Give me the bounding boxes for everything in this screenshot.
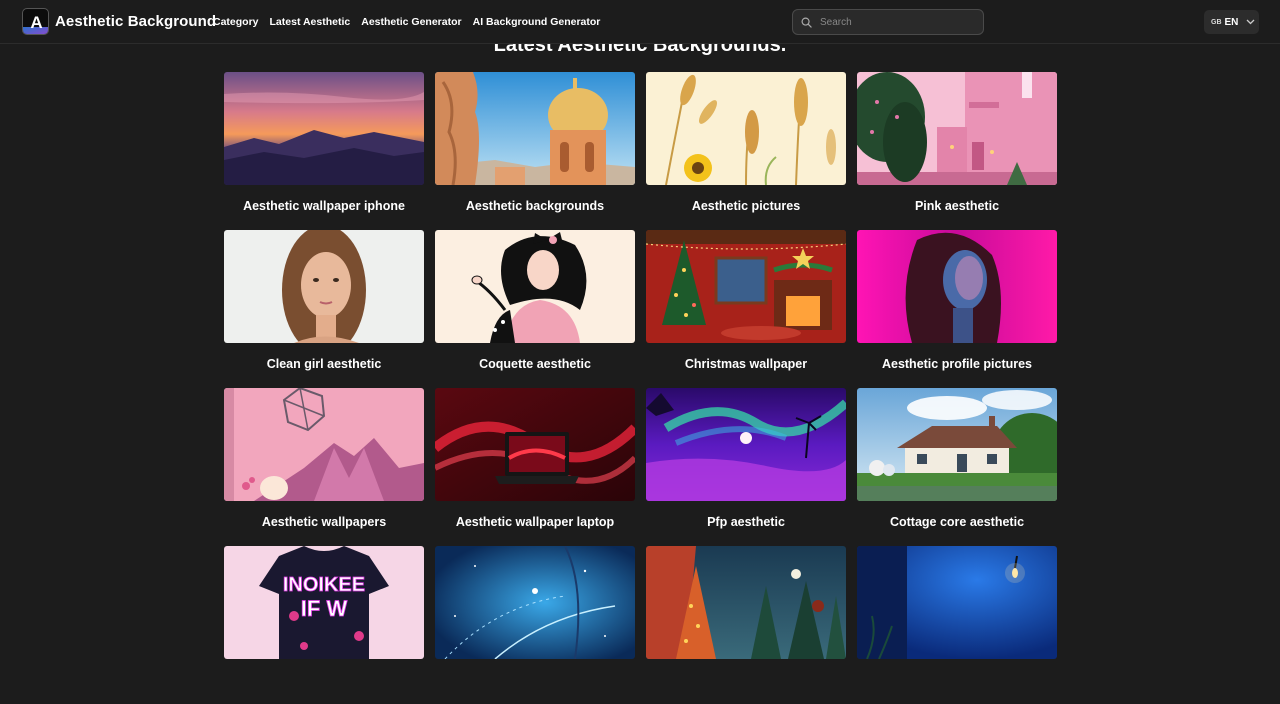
card-blue-space[interactable]: [435, 546, 635, 704]
thumbnail-image[interactable]: [857, 230, 1057, 343]
card-coquette-aesthetic[interactable]: Coquette aesthetic: [435, 230, 635, 388]
card-aesthetic-wallpaper-iphone[interactable]: Aesthetic wallpaper iphone: [224, 72, 424, 230]
card-pink-aesthetic[interactable]: Pink aesthetic: [857, 72, 1057, 230]
thumbnail-image[interactable]: [435, 230, 635, 343]
card-t-shirt[interactable]: INOIKEE IF W: [224, 546, 424, 704]
thumbnail-image[interactable]: [224, 72, 424, 185]
card-snowy-forest[interactable]: [646, 546, 846, 704]
wallpaper-grid: Aesthetic wallpaper iphone Aesthetic bac…: [224, 72, 1057, 704]
card-christmas-wallpaper[interactable]: Christmas wallpaper: [646, 230, 846, 388]
nav-ai-background-generator[interactable]: AI Background Generator: [473, 16, 601, 28]
card-clean-girl-aesthetic[interactable]: Clean girl aesthetic: [224, 230, 424, 388]
card-aesthetic-wallpaper-laptop[interactable]: Aesthetic wallpaper laptop: [435, 388, 635, 546]
search-box[interactable]: [792, 9, 984, 35]
card-label[interactable]: Coquette aesthetic: [435, 343, 635, 388]
svg-text:INOIKEE: INOIKEE: [283, 574, 365, 596]
thumbnail-image[interactable]: [646, 546, 846, 659]
card-label[interactable]: Aesthetic profile pictures: [857, 343, 1057, 388]
thumbnail-image[interactable]: [646, 388, 846, 501]
card-aesthetic-backgrounds[interactable]: Aesthetic backgrounds: [435, 72, 635, 230]
brand-name[interactable]: Aesthetic Background: [55, 13, 216, 30]
card-aesthetic-profile-pictures[interactable]: Aesthetic profile pictures: [857, 230, 1057, 388]
language-code: EN: [1224, 16, 1239, 28]
nav-category[interactable]: Category: [213, 16, 259, 28]
card-label[interactable]: Aesthetic wallpapers: [224, 501, 424, 546]
thumbnail-image[interactable]: INOIKEE IF W: [224, 546, 424, 659]
thumbnail-image[interactable]: [435, 72, 635, 185]
thumbnail-image[interactable]: [646, 72, 846, 185]
card-label[interactable]: Cottage core aesthetic: [857, 501, 1057, 546]
thumbnail-image[interactable]: [435, 388, 635, 501]
card-blue-lamp[interactable]: [857, 546, 1057, 704]
thumbnail-image[interactable]: [224, 230, 424, 343]
card-label[interactable]: Pink aesthetic: [857, 185, 1057, 230]
nav-aesthetic-generator[interactable]: Aesthetic Generator: [361, 16, 461, 28]
card-cottage-core-aesthetic[interactable]: Cottage core aesthetic: [857, 388, 1057, 546]
chevron-down-icon: [1246, 19, 1255, 25]
card-label[interactable]: [224, 659, 424, 704]
card-label[interactable]: [646, 659, 846, 704]
card-aesthetic-wallpapers[interactable]: Aesthetic wallpapers: [224, 388, 424, 546]
card-label[interactable]: [435, 659, 635, 704]
search-input[interactable]: [820, 16, 970, 28]
card-label[interactable]: Aesthetic backgrounds: [435, 185, 635, 230]
card-label[interactable]: Pfp aesthetic: [646, 501, 846, 546]
card-label[interactable]: Clean girl aesthetic: [224, 343, 424, 388]
thumbnail-image[interactable]: [646, 230, 846, 343]
top-header: A Aesthetic Background Category Latest A…: [0, 0, 1280, 44]
thumbnail-image[interactable]: [857, 546, 1057, 659]
nav-latest-aesthetic[interactable]: Latest Aesthetic: [270, 16, 351, 28]
card-pfp-aesthetic[interactable]: Pfp aesthetic: [646, 388, 846, 546]
main-nav: Category Latest Aesthetic Aesthetic Gene…: [213, 16, 600, 28]
search-icon: [801, 17, 812, 28]
site-logo[interactable]: A: [22, 8, 49, 35]
svg-text:A: A: [30, 13, 42, 32]
flag-icon: GB: [1211, 18, 1222, 26]
language-selector[interactable]: GB EN: [1204, 10, 1259, 34]
thumbnail-image[interactable]: [435, 546, 635, 659]
thumbnail-image[interactable]: [224, 388, 424, 501]
card-label[interactable]: Christmas wallpaper: [646, 343, 846, 388]
card-label[interactable]: Aesthetic pictures: [646, 185, 846, 230]
card-label[interactable]: [857, 659, 1057, 704]
card-label[interactable]: Aesthetic wallpaper iphone: [224, 185, 424, 230]
card-label[interactable]: Aesthetic wallpaper laptop: [435, 501, 635, 546]
svg-text:IF W: IF W: [301, 596, 348, 621]
card-aesthetic-pictures[interactable]: Aesthetic pictures: [646, 72, 846, 230]
thumbnail-image[interactable]: [857, 72, 1057, 185]
thumbnail-image[interactable]: [857, 388, 1057, 501]
